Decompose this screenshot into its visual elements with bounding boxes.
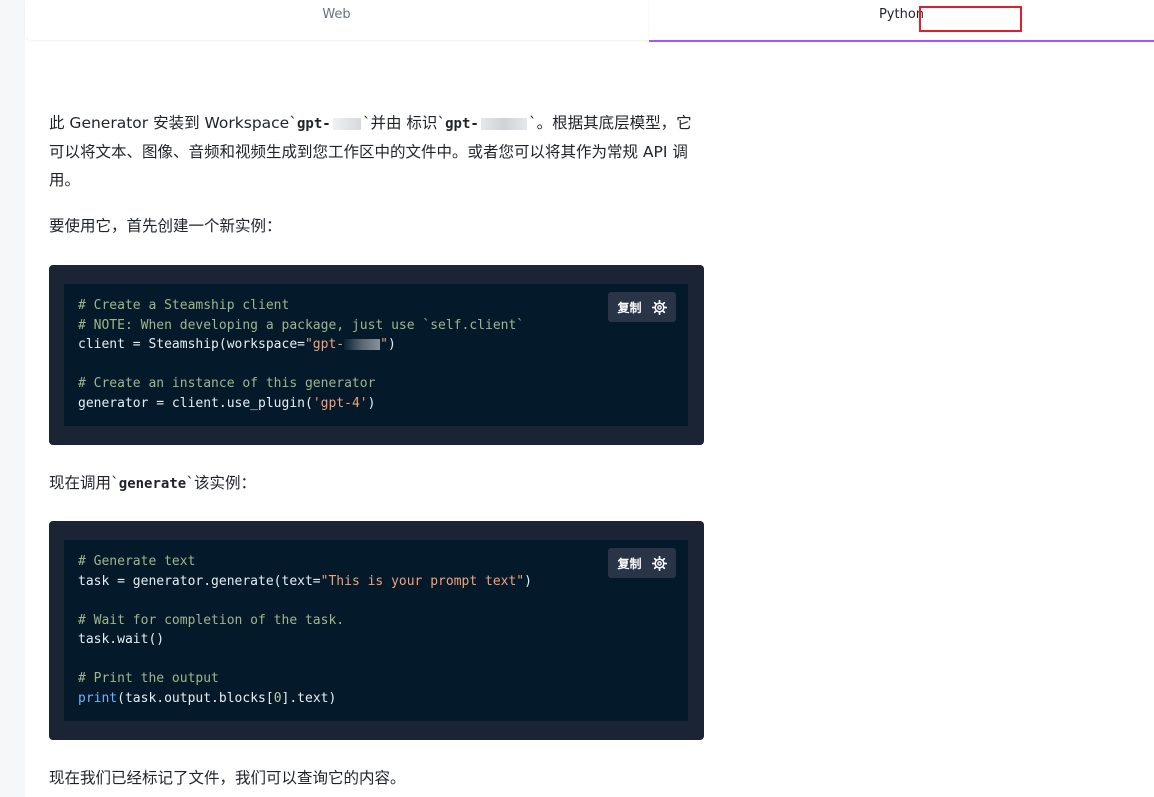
copy-button[interactable]: 复制 (608, 292, 676, 322)
code-comment: # NOTE: When developing a package, just … (78, 317, 525, 333)
code-text[interactable]: # Generate text task = generator.generat… (78, 552, 532, 708)
code-comment: # Create an instance of this generator (78, 376, 376, 391)
left-gutter (0, 0, 25, 797)
instruction-create: 要使用它，首先创建一个新实例： (49, 217, 282, 235)
code-block-generate: # Generate text task = generator.generat… (49, 521, 704, 740)
gear-icon[interactable] (651, 555, 667, 571)
code-line: (task.output.blocks[ (117, 690, 274, 706)
language-tabs: Web Python (25, 0, 1154, 42)
code-line: client = Steamship(workspace= (78, 337, 305, 352)
gear-icon[interactable] (651, 299, 667, 315)
inline-code-workspace: gpt- (296, 116, 331, 132)
tab-python[interactable]: Python (649, 0, 1154, 42)
code-line: ].text) (281, 690, 337, 706)
inline-code-handle: gpt- (445, 116, 479, 132)
code-function: print (78, 690, 118, 706)
code-comment: # Print the output (78, 671, 219, 686)
intro-paragraph: 此 Generator 安装到 Workspace`gpt- `并由 标识`gpt… (49, 109, 699, 194)
code-comment: # Generate text (78, 554, 196, 569)
code-block-create: # Create a Steamship client # NOTE: When… (49, 265, 704, 445)
code-line: ) (524, 573, 532, 589)
inline-code-generate: generate (118, 476, 187, 492)
redacted-text (480, 117, 527, 130)
code-line: task.wait() (78, 632, 165, 647)
copy-button[interactable]: 复制 (608, 548, 676, 578)
code-area: # Generate text task = generator.generat… (64, 540, 688, 721)
redacted-text (332, 117, 361, 130)
intro-text-1: 此 Generator 安装到 Workspace` (49, 114, 297, 132)
outro-paragraph: 现在我们已经标记了文件，我们可以查询它的内容。 (49, 769, 406, 787)
code-number: 0 (273, 690, 282, 706)
instruction-generate: 现在调用`generate`该实例： (49, 469, 256, 498)
instruction-text-2: `该实例： (186, 474, 256, 492)
code-comment: # Wait for completion of the task. (78, 612, 345, 628)
tab-web[interactable]: Web (25, 0, 648, 40)
instruction-text-1: 现在调用` (49, 474, 119, 492)
code-string: "This is your prompt text" (320, 573, 525, 589)
copy-label: 复制 (617, 300, 642, 315)
redacted-text (344, 339, 381, 350)
intro-text-2: `并由 标识` (362, 114, 446, 132)
code-line: task = generator.generate(text= (78, 573, 321, 589)
code-text[interactable]: # Create a Steamship client # NOTE: When… (78, 296, 524, 413)
code-string: " (380, 337, 388, 352)
code-line: ) (387, 337, 396, 352)
code-line: generator = client.use_plugin( (78, 395, 313, 411)
code-string: "gpt- (304, 337, 345, 352)
code-area: # Create a Steamship client # NOTE: When… (64, 284, 688, 426)
code-comment: # Create a Steamship client (78, 298, 290, 313)
code-line: ) (367, 395, 376, 411)
copy-label: 复制 (617, 556, 642, 571)
code-string: 'gpt-4' (312, 395, 368, 411)
